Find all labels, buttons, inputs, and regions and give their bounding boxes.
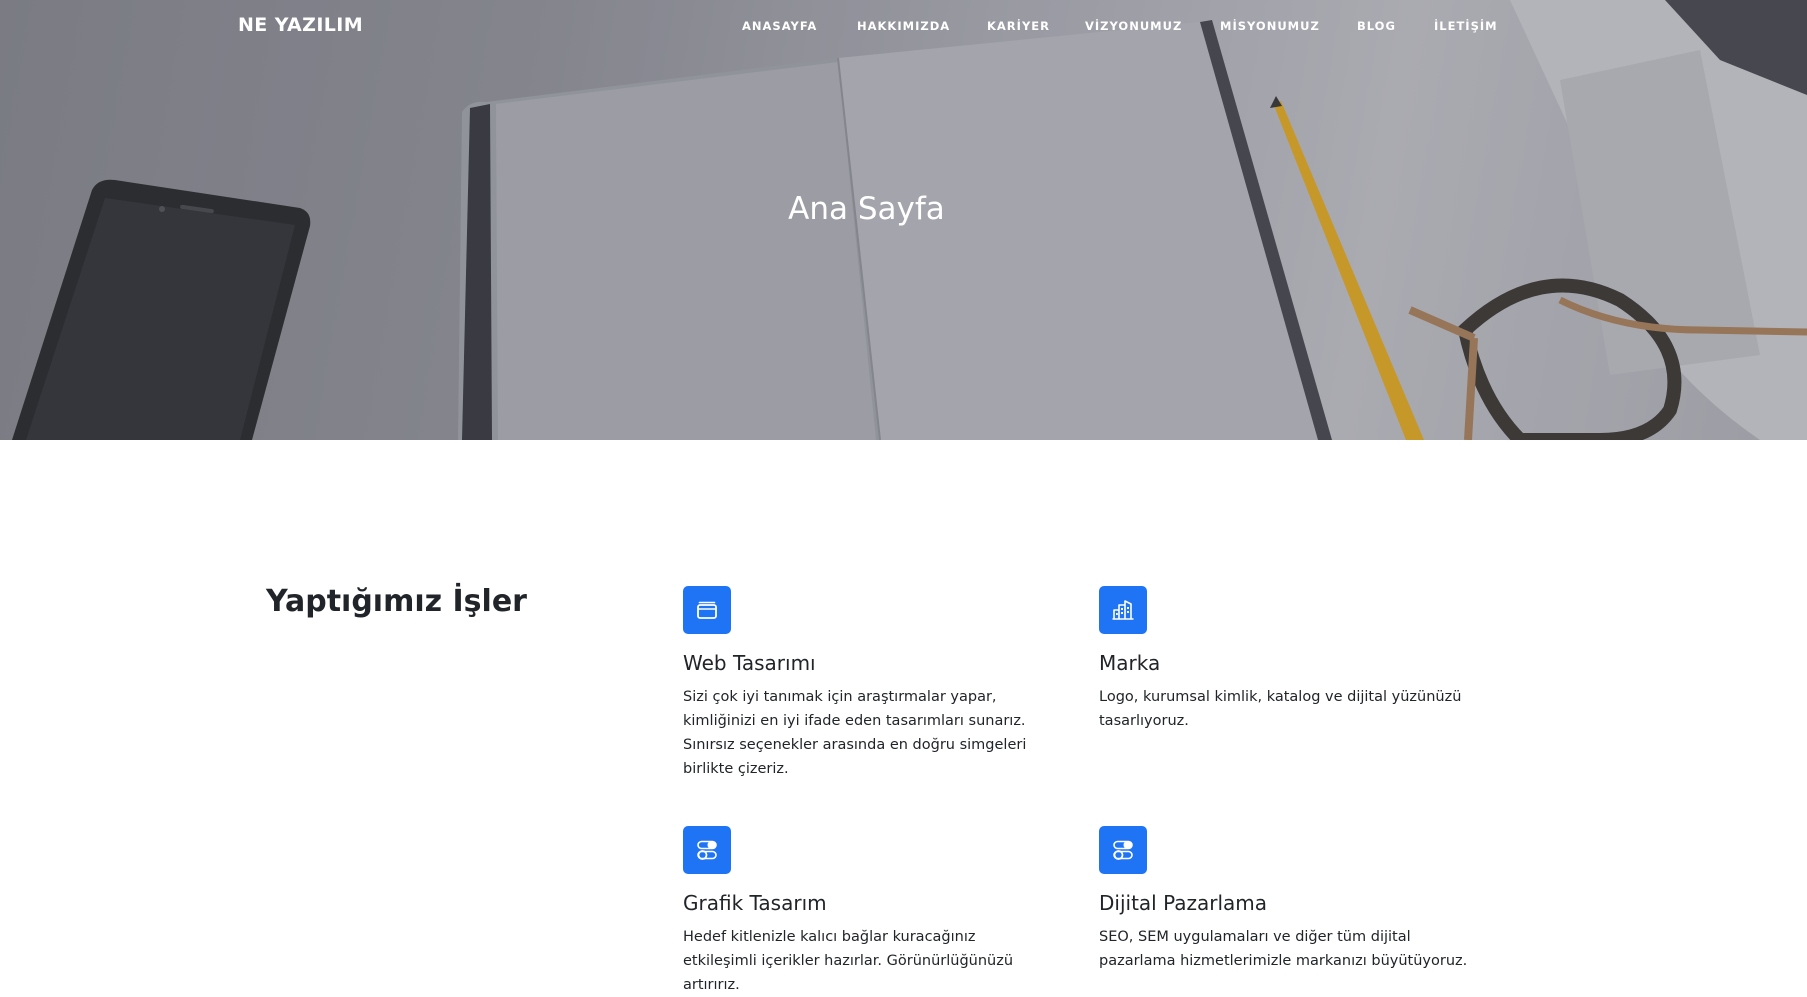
building-icon: [1099, 586, 1147, 634]
service-title: Dijital Pazarlama: [1099, 891, 1268, 915]
nav-item-misyonumuz[interactable]: MİSYONUMUZ: [1220, 19, 1320, 33]
service-card-dijital-pazarlama: Dijital Pazarlama SEO, SEM uygulamaları …: [1099, 826, 1469, 973]
service-description: Logo, kurumsal kimlik, katalog ve dijita…: [1099, 689, 1462, 729]
service-description: SEO, SEM uygulamaları ve diğer tüm dijit…: [1099, 929, 1468, 969]
service-description: Hedef kitlenizle kalıcı bağlar kuracağın…: [683, 929, 1014, 993]
service-description: Sizi çok iyi tanımak için araştırmalar y…: [683, 689, 1027, 777]
service-card-web-tasarimi: Web Tasarımı Sizi çok iyi tanımak için a…: [683, 586, 1053, 781]
services-title: Yaptığımız İşler: [266, 584, 527, 619]
nav-item-iletisim[interactable]: İLETİŞİM: [1434, 19, 1498, 33]
brand-logo[interactable]: NE YAZILIM: [238, 14, 363, 36]
nav-item-kariyer[interactable]: KARİYER: [987, 19, 1050, 33]
service-card-grafik-tasarim: Grafik Tasarım Hedef kitlenizle kalıcı b…: [683, 826, 1053, 997]
service-title: Marka: [1099, 651, 1161, 675]
toggles-icon: [683, 826, 731, 874]
service-card-marka: Marka Logo, kurumsal kimlik, katalog ve …: [1099, 586, 1469, 733]
service-title: Web Tasarımı: [683, 651, 816, 675]
service-title: Grafik Tasarım: [683, 891, 827, 915]
hero-banner: NE YAZILIM ANASAYFA HAKKIMIZDA KARİYER V…: [0, 0, 1807, 440]
nav-item-hakkimizda[interactable]: HAKKIMIZDA: [857, 19, 950, 33]
nav-item-vizyonumuz[interactable]: VİZYONUMUZ: [1085, 19, 1182, 33]
hero-title: Ana Sayfa: [788, 191, 945, 227]
toggles-icon: [1099, 826, 1147, 874]
navbar: NE YAZILIM ANASAYFA HAKKIMIZDA KARİYER V…: [0, 0, 1807, 52]
window-icon: [683, 586, 731, 634]
nav-item-anasayfa[interactable]: ANASAYFA: [742, 19, 817, 33]
nav-item-blog[interactable]: BLOG: [1357, 19, 1396, 33]
